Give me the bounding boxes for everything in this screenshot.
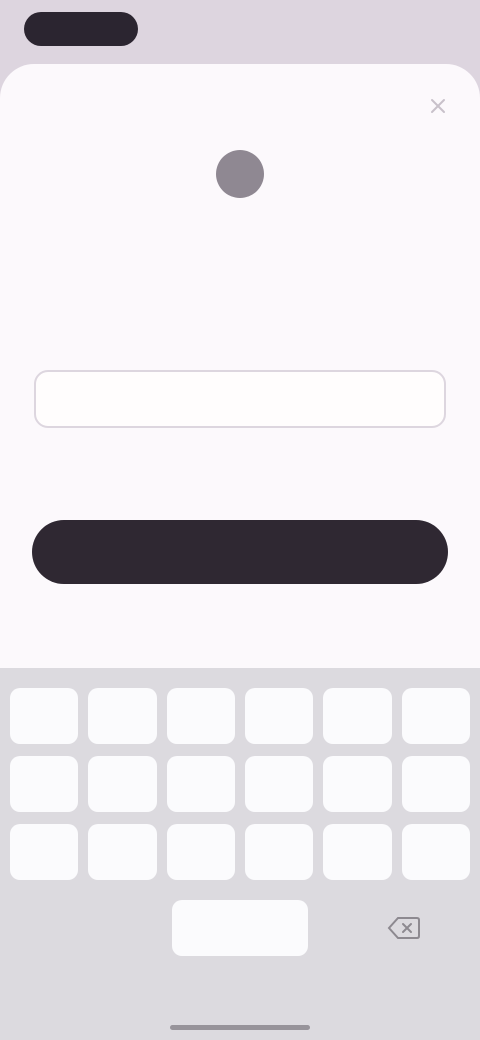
keyboard-key[interactable] (166, 824, 235, 880)
keyboard-key[interactable] (10, 756, 79, 812)
keyboard-key[interactable] (88, 824, 157, 880)
keyboard-key[interactable] (88, 756, 157, 812)
keyboard-row (10, 756, 470, 812)
status-pill (24, 12, 138, 46)
keyboard-row (10, 824, 470, 880)
keyboard-key[interactable] (245, 824, 314, 880)
keyboard-key[interactable] (10, 824, 79, 880)
keyboard-key[interactable] (245, 688, 314, 744)
keyboard-bottom-row (10, 900, 470, 956)
onscreen-keyboard (0, 668, 480, 1040)
text-input-wrapper[interactable] (34, 370, 446, 428)
backspace-icon (387, 917, 420, 939)
circle-logo-icon (216, 150, 264, 198)
keyboard-row (10, 688, 470, 744)
backspace-key[interactable] (376, 900, 432, 956)
keyboard-key[interactable] (10, 688, 79, 744)
close-icon (431, 99, 445, 113)
text-input[interactable] (36, 372, 444, 426)
home-indicator (170, 1025, 310, 1030)
close-button[interactable] (426, 94, 450, 118)
keyboard-key[interactable] (401, 824, 470, 880)
keyboard-key[interactable] (245, 756, 314, 812)
space-key[interactable] (172, 900, 308, 956)
keyboard-key[interactable] (401, 688, 470, 744)
keyboard-key[interactable] (323, 756, 392, 812)
keyboard-key[interactable] (401, 756, 470, 812)
keyboard-key[interactable] (323, 824, 392, 880)
primary-action-button[interactable] (32, 520, 448, 584)
keyboard-key[interactable] (166, 756, 235, 812)
keyboard-key[interactable] (323, 688, 392, 744)
keyboard-key[interactable] (88, 688, 157, 744)
keyboard-key[interactable] (166, 688, 235, 744)
